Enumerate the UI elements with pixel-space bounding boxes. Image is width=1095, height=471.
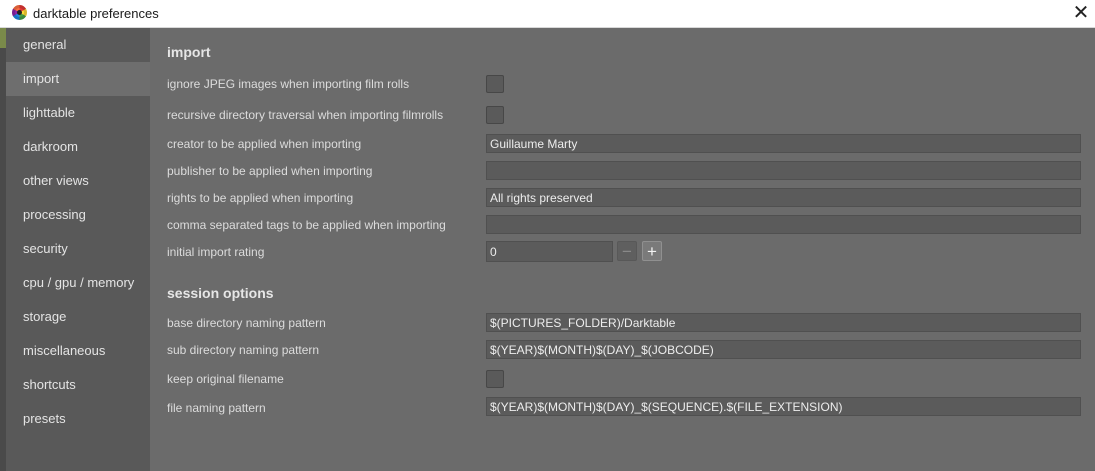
- window-title: darktable preferences: [33, 6, 159, 21]
- sidebar-item-import[interactable]: import: [6, 62, 150, 96]
- base-directory-label: base directory naming pattern: [167, 316, 326, 330]
- sidebar-item-processing[interactable]: processing: [6, 198, 150, 232]
- sidebar-item-storage[interactable]: storage: [6, 300, 150, 334]
- ignore-jpeg-checkbox[interactable]: [486, 75, 504, 93]
- publisher-label: publisher to be applied when importing: [167, 164, 373, 178]
- import-preferences-panel: import ignore JPEG images when importing…: [150, 28, 1095, 471]
- tags-input[interactable]: [486, 215, 1081, 234]
- darktable-logo-icon: [12, 5, 27, 20]
- publisher-input[interactable]: [486, 161, 1081, 180]
- rights-label: rights to be applied when importing: [167, 191, 354, 205]
- rating-decrement-button[interactable]: −: [617, 241, 637, 261]
- sidebar-item-presets[interactable]: presets: [6, 402, 150, 436]
- initial-rating-input[interactable]: 0: [486, 241, 613, 262]
- base-directory-input[interactable]: $(PICTURES_FOLDER)/Darktable: [486, 313, 1081, 332]
- section-title-import: import: [167, 44, 211, 60]
- rights-input[interactable]: All rights preserved: [486, 188, 1081, 207]
- sidebar-item-other-views[interactable]: other views: [6, 164, 150, 198]
- initial-rating-label: initial import rating: [167, 245, 265, 259]
- ignore-jpeg-label: ignore JPEG images when importing film r…: [167, 77, 410, 91]
- sidebar-item-darkroom[interactable]: darkroom: [6, 130, 150, 164]
- sub-directory-input[interactable]: $(YEAR)$(MONTH)$(DAY)_$(JOBCODE): [486, 340, 1081, 359]
- recursive-traversal-label: recursive directory traversal when impor…: [167, 108, 444, 122]
- keep-filename-label: keep original filename: [167, 372, 284, 386]
- creator-label: creator to be applied when importing: [167, 137, 362, 151]
- preferences-sidebar: general import lighttable darkroom other…: [6, 28, 150, 471]
- tags-label: comma separated tags to be applied when …: [167, 218, 446, 232]
- file-naming-pattern-label: file naming pattern: [167, 401, 266, 415]
- rating-increment-button[interactable]: +: [642, 241, 662, 261]
- creator-input[interactable]: Guillaume Marty: [486, 134, 1081, 153]
- keep-filename-checkbox[interactable]: [486, 370, 504, 388]
- file-naming-pattern-input[interactable]: $(YEAR)$(MONTH)$(DAY)_$(SEQUENCE).$(FILE…: [486, 397, 1081, 416]
- sub-directory-label: sub directory naming pattern: [167, 343, 320, 357]
- sidebar-item-lighttable[interactable]: lighttable: [6, 96, 150, 130]
- sidebar-item-security[interactable]: security: [6, 232, 150, 266]
- sidebar-item-general[interactable]: general: [6, 28, 150, 62]
- sidebar-item-miscellaneous[interactable]: miscellaneous: [6, 334, 150, 368]
- section-title-session-options: session options: [167, 285, 274, 301]
- title-bar: darktable preferences ✕: [0, 0, 1095, 28]
- sidebar-item-shortcuts[interactable]: shortcuts: [6, 368, 150, 402]
- close-button[interactable]: ✕: [1067, 0, 1095, 27]
- sidebar-item-cpu-gpu-memory[interactable]: cpu / gpu / memory: [6, 266, 150, 300]
- recursive-traversal-checkbox[interactable]: [486, 106, 504, 124]
